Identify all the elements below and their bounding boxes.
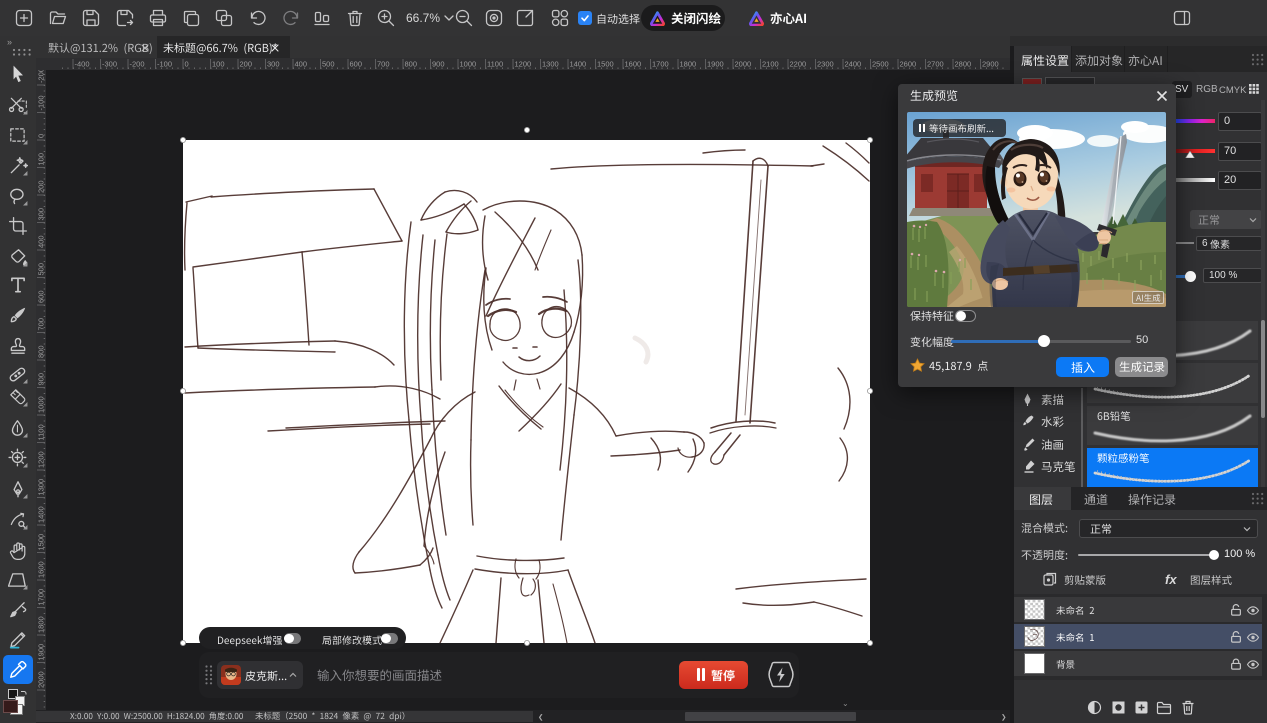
svg-text:-100: -100: [157, 60, 172, 69]
svg-text:100: 100: [37, 153, 46, 166]
svg-text:1400: 1400: [37, 506, 46, 523]
svg-text:2600: 2600: [900, 60, 917, 69]
svg-text:1200: 1200: [515, 60, 532, 69]
svg-text:500: 500: [37, 263, 46, 276]
svg-text:2400: 2400: [845, 60, 862, 69]
svg-text:1900: 1900: [37, 644, 46, 661]
svg-text:0: 0: [185, 60, 189, 69]
svg-text:1700: 1700: [37, 589, 46, 606]
svg-text:1800: 1800: [37, 616, 46, 633]
svg-text:100: 100: [212, 60, 225, 69]
svg-text:1800: 1800: [680, 60, 697, 69]
svg-text:2800: 2800: [955, 60, 972, 69]
svg-text:800: 800: [405, 60, 418, 69]
svg-text:1000: 1000: [460, 60, 477, 69]
svg-text:1500: 1500: [37, 534, 46, 551]
svg-text:-200: -200: [130, 60, 145, 69]
svg-text:1300: 1300: [542, 60, 559, 69]
svg-text:600: 600: [350, 60, 363, 69]
svg-text:1000: 1000: [37, 396, 46, 413]
svg-text:400: 400: [295, 60, 308, 69]
svg-text:2000: 2000: [735, 60, 752, 69]
svg-text:900: 900: [37, 373, 46, 386]
svg-text:-200: -200: [37, 70, 46, 83]
svg-text:200: 200: [240, 60, 253, 69]
svg-text:2700: 2700: [927, 60, 944, 69]
svg-text:200: 200: [37, 180, 46, 193]
svg-text:1900: 1900: [707, 60, 724, 69]
svg-text:2000: 2000: [37, 671, 46, 688]
svg-text:-400: -400: [75, 60, 90, 69]
svg-text:300: 300: [267, 60, 280, 69]
svg-text:1500: 1500: [597, 60, 614, 69]
svg-text:2500: 2500: [872, 60, 889, 69]
svg-text:2300: 2300: [817, 60, 834, 69]
svg-text:700: 700: [37, 318, 46, 331]
svg-text:400: 400: [37, 235, 46, 248]
svg-text:0: 0: [37, 134, 46, 138]
svg-text:2200: 2200: [790, 60, 807, 69]
svg-text:2100: 2100: [762, 60, 779, 69]
svg-text:1400: 1400: [570, 60, 587, 69]
svg-text:300: 300: [37, 208, 46, 221]
svg-text:-100: -100: [37, 95, 46, 110]
svg-text:700: 700: [377, 60, 390, 69]
svg-text:600: 600: [37, 290, 46, 303]
svg-text:1100: 1100: [37, 424, 46, 440]
svg-text:-300: -300: [102, 60, 117, 69]
svg-text:1700: 1700: [652, 60, 669, 69]
svg-text:1600: 1600: [625, 60, 642, 69]
svg-text:2900: 2900: [982, 60, 999, 69]
svg-text:1600: 1600: [37, 561, 46, 578]
svg-text:500: 500: [322, 60, 335, 69]
svg-text:800: 800: [37, 345, 46, 358]
svg-text:900: 900: [432, 60, 445, 69]
svg-text:1200: 1200: [37, 451, 46, 468]
svg-text:1300: 1300: [37, 479, 46, 496]
svg-text:1100: 1100: [487, 60, 503, 69]
